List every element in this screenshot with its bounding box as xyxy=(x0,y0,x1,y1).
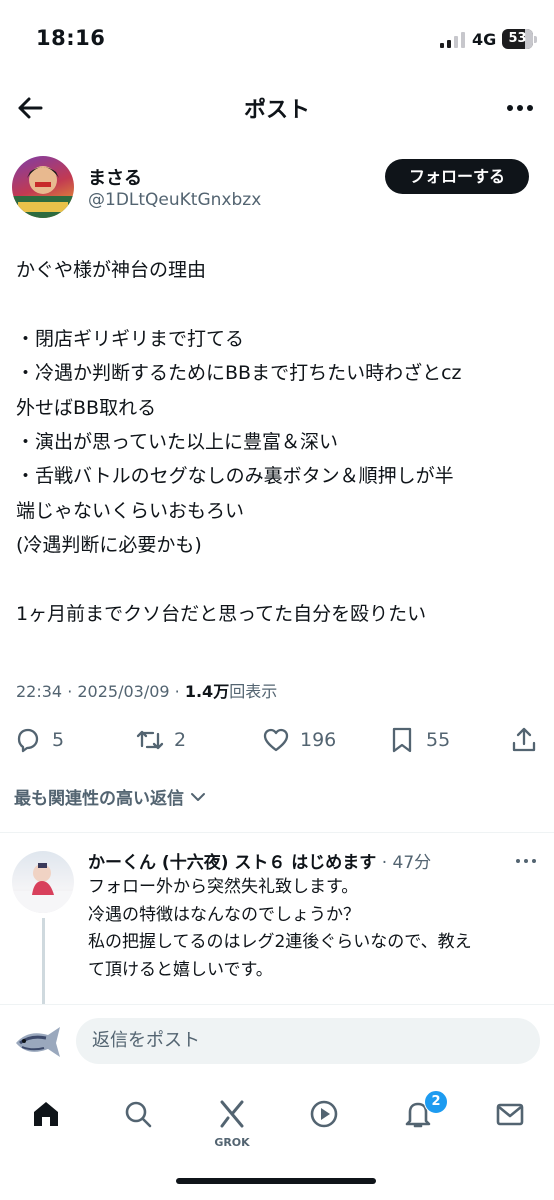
play-icon xyxy=(310,1100,338,1128)
author-name[interactable]: まさる xyxy=(88,164,142,190)
post-text-line: 外せばBB取れる xyxy=(16,396,157,419)
share-icon xyxy=(512,727,536,752)
search-icon xyxy=(125,1101,152,1128)
reply-button[interactable]: 5 xyxy=(14,724,64,756)
chevron-down-icon xyxy=(191,792,205,801)
reply-time: · 47分 xyxy=(376,853,432,873)
status-time: 18:16 xyxy=(36,26,106,50)
nav-header: ポスト xyxy=(0,82,554,132)
battery-level: 53 xyxy=(508,31,527,46)
post-timestamp: 22:34 · 2025/03/09 · xyxy=(16,682,185,701)
post-text-line: 1ヶ月前までクソ台だと思ってた自分を殴りたい xyxy=(16,602,427,625)
author-avatar[interactable] xyxy=(12,156,74,218)
reply-avatar[interactable] xyxy=(12,851,74,913)
repost-button[interactable]: 2 xyxy=(136,724,186,756)
reply-header: かーくん (十六夜) スト６ はじめます · 47分 xyxy=(88,848,431,873)
tab-home[interactable] xyxy=(24,1092,68,1136)
post-text-line: ・演出が思っていた以上に豊富＆深い xyxy=(16,430,339,453)
repost-count: 2 xyxy=(174,729,187,751)
author-handle[interactable]: @1DLtQeuKtGnxbzx xyxy=(88,190,261,210)
post-meta: 22:34 · 2025/03/09 · 1.4万回表示 xyxy=(16,678,277,702)
post-text-line xyxy=(16,287,541,321)
reply-text: フォロー外から突然失礼致します。 冷遇の特徴はなんなのでしょうか？ 私の把握して… xyxy=(88,874,538,984)
reply-icon xyxy=(17,728,39,753)
post-text-line: (冷遇判断に必要かも) xyxy=(16,534,202,557)
tab-grok[interactable]: GROK xyxy=(210,1092,254,1149)
thread-line xyxy=(42,918,45,1004)
tab-video[interactable] xyxy=(302,1092,346,1136)
post-text-line: ・閉店ギリギリまで打てる xyxy=(16,327,245,350)
bookmark-button[interactable]: 55 xyxy=(388,724,450,756)
grok-icon xyxy=(220,1100,244,1128)
reply-sort-dropdown[interactable]: 最も関連性の高い返信 xyxy=(14,784,208,809)
bookmark-icon xyxy=(392,727,412,753)
network-type: 4G xyxy=(472,30,497,49)
post-text-line: かぐや様が神台の理由 xyxy=(16,259,207,281)
grok-label: GROK xyxy=(214,1136,250,1149)
page-title: ポスト xyxy=(243,98,310,123)
post-text-line: ・舌戦バトルのセグなしのみ裏ボタン＆順押しが半 xyxy=(16,465,454,488)
reply-more-icon[interactable] xyxy=(512,849,540,873)
heart-icon xyxy=(263,728,289,752)
divider xyxy=(0,832,554,833)
reply-input[interactable]: 返信をポスト xyxy=(76,1018,540,1064)
mail-icon xyxy=(496,1103,524,1126)
reply-sort-label: 最も関連性の高い返信 xyxy=(14,789,184,809)
post-text-line xyxy=(16,563,541,597)
like-button[interactable]: 196 xyxy=(262,724,336,756)
reply-author-name[interactable]: かーくん (十六夜) スト６ はじめます xyxy=(88,853,376,873)
post-text-line: 端じゃないくらいおもろい xyxy=(16,499,245,522)
notification-badge: 2 xyxy=(424,1090,448,1114)
views-label: 回表示 xyxy=(229,682,278,701)
post-text-line: ・冷遇か判断するためにBBまで打ちたい時わざとcz xyxy=(16,362,462,385)
like-count: 196 xyxy=(300,729,337,751)
reply-count: 5 xyxy=(52,729,65,751)
post-actions: 5 2 196 55 xyxy=(0,718,554,762)
battery-icon: 53 xyxy=(502,29,537,49)
home-indicator[interactable] xyxy=(176,1178,376,1184)
status-bar: 18:16 4G 53 xyxy=(0,0,554,82)
my-avatar[interactable] xyxy=(14,1019,64,1065)
reply-text-line: て頂けると嬉しいです。 xyxy=(88,959,273,980)
tab-search[interactable] xyxy=(116,1092,160,1136)
cellular-signal-icon xyxy=(440,32,465,48)
tab-messages[interactable] xyxy=(488,1092,532,1136)
compose-bar: 返信をポスト xyxy=(0,1004,554,1076)
more-horizontal-icon[interactable] xyxy=(504,92,536,124)
share-button[interactable] xyxy=(510,724,538,756)
repost-icon xyxy=(136,730,164,750)
reply-text-line: フォロー外から突然失礼致します。 xyxy=(88,877,359,897)
post-text: かぐや様が神台の理由 ・閉店ギリギリまで打てる ・冷遇か判断するためにBBまで打… xyxy=(16,253,541,631)
follow-button[interactable]: フォローする xyxy=(385,159,529,194)
reply-text-line: 冷遇の特徴はなんなのでしょうか？ xyxy=(88,904,360,925)
views-count[interactable]: 1.4万 xyxy=(185,682,229,701)
reply-text-line: 私の把握してるのはレグ2連後ぐらいなので、教え xyxy=(88,932,472,953)
bookmark-count: 55 xyxy=(426,729,451,751)
home-icon xyxy=(34,1102,58,1126)
